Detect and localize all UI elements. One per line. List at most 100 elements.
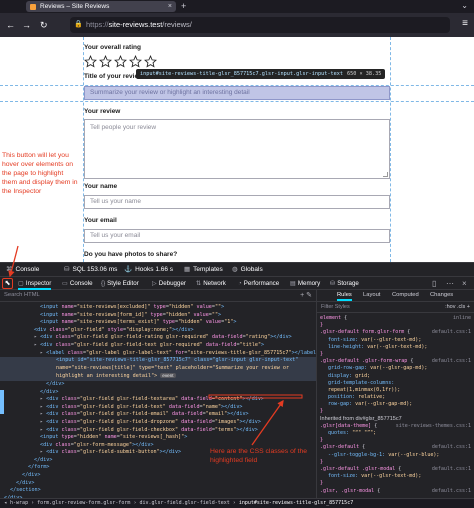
html-node-line[interactable]: ▸ <div class="glsr-field glsr-field-rati… <box>0 334 316 342</box>
responsive-design-icon[interactable]: ▯ <box>432 277 436 290</box>
css-declaration[interactable]: font-size: var(--glsr-text-md); <box>320 337 471 344</box>
css-declaration[interactable]: grid-template-columns: <box>320 380 471 387</box>
css-rule-selector[interactable]: } <box>320 480 471 487</box>
breadcrumb-item[interactable]: div.glsr-field.glsr-field-text <box>139 500 229 506</box>
css-rule-selector[interactable]: .glsr, .glsr-modal {default.css:1 <box>320 488 471 495</box>
html-node-line[interactable]: <input type="hidden" name="site-reviews[… <box>0 434 316 442</box>
html-node-line[interactable]: ▸ <div class="glsr-field glsr-field-text… <box>0 342 316 350</box>
reload-button[interactable]: ↻ <box>40 19 48 31</box>
resize-handle-icon[interactable] <box>383 172 388 177</box>
css-declaration[interactable]: font-size: var(--glsr-text-md); <box>320 473 471 480</box>
css-source-link: default.css:1 <box>431 358 471 365</box>
hooks-panel-button[interactable]: ⚓ Hooks 1.66 s <box>124 263 173 277</box>
review-textarea[interactable]: Tell people your review <box>84 119 390 179</box>
css-declaration[interactable]: display: grid; <box>320 373 471 380</box>
tab-console[interactable]: ▭ Console <box>62 277 93 290</box>
close-devtools-icon[interactable]: × <box>462 277 467 290</box>
css-rule-selector[interactable]: .glsr[data-theme] {site-reviews-themes.c… <box>320 423 471 430</box>
html-node-line[interactable]: </div> <box>0 472 316 480</box>
html-node-line[interactable]: ▸ <div class="glsr-field glsr-field-text… <box>0 404 316 412</box>
html-search-input[interactable]: Search HTML + ✎ <box>0 290 316 302</box>
templates-panel-button[interactable]: ▦ Templates <box>184 263 223 277</box>
review-title-input[interactable]: Summarize your review or highlight an in… <box>84 86 390 100</box>
html-tree: <input name="site-reviews[excluded]" typ… <box>0 302 316 498</box>
css-rule-selector[interactable]: .glsr-default form.glsr-form {default.cs… <box>320 329 471 336</box>
star-icon[interactable] <box>99 55 112 68</box>
css-rule-selector[interactable]: } <box>320 322 471 329</box>
html-node-line[interactable]: <input name="site-reviews[terms_exist]" … <box>0 319 316 327</box>
css-rule-selector[interactable]: } <box>320 408 471 415</box>
breadcrumb-item[interactable]: form.glsr-review-form.glsr-form <box>37 500 130 506</box>
element-picker-icon[interactable]: ⬉ <box>2 278 13 289</box>
css-declaration[interactable]: --glsr-toggle-bg-1: var(--glsr-blue); <box>320 452 471 459</box>
star-rating[interactable] <box>84 55 157 69</box>
html-node-line[interactable]: </div> <box>0 389 316 397</box>
tab-memory[interactable]: ▤ Memory <box>290 277 320 290</box>
url-bar[interactable]: 🔒 https://site-reviews.test/reviews/ <box>70 17 450 33</box>
rules-tools[interactable]: :hov .cls + <box>445 302 470 312</box>
forward-button[interactable]: → <box>22 19 31 31</box>
tab-list-chevron-icon[interactable]: ⌄ <box>461 0 468 12</box>
sql-panel-button[interactable]: ⛁ SQL 153.06 ms <box>64 263 117 277</box>
tab-storage[interactable]: ⛁ Storage <box>330 277 359 290</box>
tab-performance[interactable]: ◔ Performance <box>238 277 279 290</box>
app-menu-icon[interactable]: ≡ <box>462 18 468 29</box>
star-icon[interactable] <box>114 55 127 68</box>
html-node-line[interactable]: ▸ <div class="glsr-field glsr-field-chec… <box>0 427 316 435</box>
new-tab-button[interactable]: + <box>181 0 186 12</box>
html-node-line[interactable]: ▸ <div class="glsr-field glsr-field-drop… <box>0 419 316 427</box>
css-declaration[interactable]: grid-row-gap: var(--glsr-gap-md); <box>320 365 471 372</box>
review-placeholder: Tell people your review <box>90 124 157 131</box>
filter-styles-input[interactable]: Filter Styles :hov .cls + <box>317 302 474 313</box>
css-declaration[interactable]: line-height: var(--glsr-text-md); <box>320 344 471 351</box>
css-rule-selector[interactable]: } <box>320 351 471 358</box>
tab-computed[interactable]: Computed <box>392 290 419 301</box>
back-button[interactable]: ← <box>6 19 15 31</box>
selected-html-node[interactable]: <input id="site-reviews-title-glsr_85771… <box>0 357 316 381</box>
page-viewport: Your overall rating Title of your review… <box>0 37 474 262</box>
css-rule-selector[interactable]: .glsr-default .glsr-form-wrap {default.c… <box>320 358 471 365</box>
email-input[interactable]: Tell us your email <box>84 229 390 243</box>
css-rule-selector[interactable]: .glsr-default {default.css:1 <box>320 444 471 451</box>
globals-panel-button[interactable]: ◍ Globals <box>232 263 263 277</box>
event-badge[interactable]: event <box>160 373 176 379</box>
css-rule-selector[interactable]: } <box>320 437 471 444</box>
html-node-line[interactable]: </div> <box>0 480 316 488</box>
tab-rules[interactable]: Rules <box>337 290 352 301</box>
html-node-line[interactable]: </div> <box>0 381 316 389</box>
breadcrumb-item[interactable]: input#site-reviews-title-glsr_857715c7 <box>239 500 353 506</box>
tab-style-editor[interactable]: {} Style Editor <box>101 277 139 290</box>
browser-tab[interactable]: Reviews – Site Reviews × <box>26 1 176 12</box>
css-rule-selector[interactable]: .glsr-default .glsr-modal {default.css:1 <box>320 466 471 473</box>
add-node-and-pick-icons[interactable]: + ✎ <box>300 290 312 301</box>
name-input[interactable]: Tell us your name <box>84 195 390 209</box>
star-icon[interactable] <box>129 55 142 68</box>
html-node-line[interactable]: </form> <box>0 464 316 472</box>
html-tree-pane: Search HTML + ✎ <input name="site-review… <box>0 290 316 498</box>
console-icon: ⌘ <box>6 266 13 273</box>
html-node-line[interactable]: <input name="site-reviews[excluded]" typ… <box>0 304 316 312</box>
css-declaration[interactable]: position: relative; <box>320 394 471 401</box>
tab-inspector[interactable]: ▢ Inspector <box>18 277 52 290</box>
star-icon[interactable] <box>144 55 157 68</box>
devtools-menu-icon[interactable]: ⋯ <box>446 277 454 290</box>
tab-network[interactable]: ⇅ Network <box>196 277 226 290</box>
css-declaration[interactable]: quotes: "“" "”"; <box>320 430 471 437</box>
tab-layout[interactable]: Layout <box>363 290 380 301</box>
css-rule-selector[interactable]: } <box>320 459 471 466</box>
html-node-line[interactable]: <div class="glsr-field" style="display:n… <box>0 327 316 335</box>
console-toggle[interactable]: ⌘ Console <box>6 263 39 277</box>
star-icon[interactable] <box>84 55 97 68</box>
breadcrumb-item[interactable]: ◂ h-wrap › <box>4 500 37 506</box>
html-node-line[interactable]: </section> <box>0 487 316 495</box>
html-node-line[interactable]: <input name="site-reviews[form_id]" type… <box>0 312 316 320</box>
tab-changes[interactable]: Changes <box>430 290 453 301</box>
tab-debugger[interactable]: ▷ Debugger <box>152 277 186 290</box>
css-declaration[interactable]: repeat(1,minmax(0,1fr)); <box>320 387 471 394</box>
html-node-line[interactable]: ▸ <div class="glsr-field glsr-field-text… <box>0 396 316 404</box>
html-node-line[interactable]: ▸ <div class="glsr-field glsr-field-emai… <box>0 411 316 419</box>
close-tab-icon[interactable]: × <box>168 1 172 12</box>
html-node-line[interactable]: ▸ <label class="glsr-label glsr-label-te… <box>0 350 316 358</box>
css-declaration[interactable]: row-gap: var(--glsr-gap-md); <box>320 401 471 408</box>
css-rule-selector[interactable]: element {inline <box>320 315 471 322</box>
